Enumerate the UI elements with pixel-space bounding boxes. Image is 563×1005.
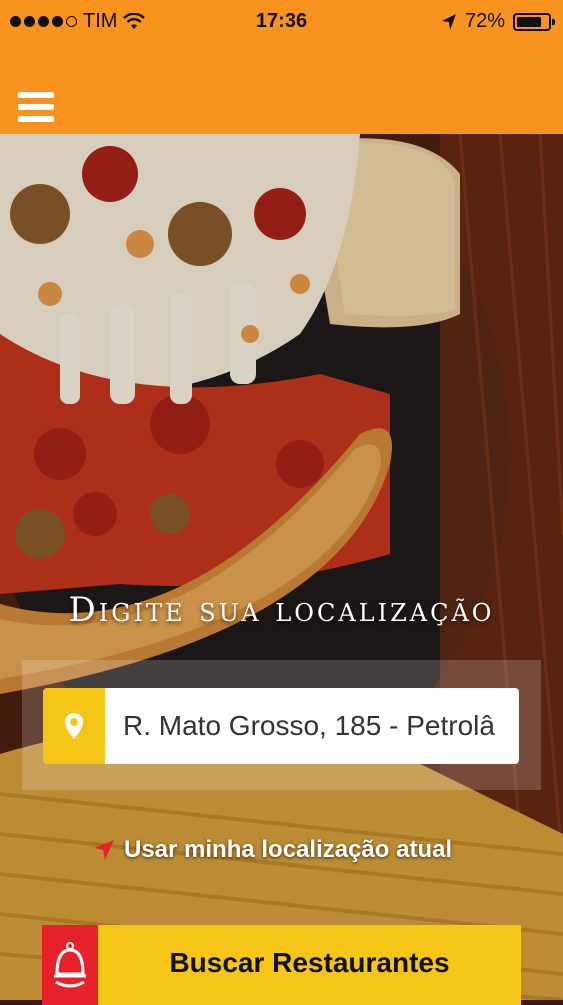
pizza-illustration — [0, 134, 563, 1000]
hero-background-image — [0, 134, 563, 1000]
use-location-label: Usar minha localização atual — [124, 836, 453, 863]
hamburger-menu-icon[interactable] — [18, 92, 56, 126]
use-current-location-link[interactable]: Usar minha localização atual — [92, 836, 452, 864]
address-search-row — [43, 688, 519, 764]
address-input[interactable] — [105, 688, 519, 764]
search-button-label: Buscar Restaurantes — [98, 925, 521, 1005]
service-bell-icon — [42, 925, 98, 1005]
map-pin-glyph — [65, 713, 83, 739]
search-restaurants-button[interactable]: Buscar Restaurantes — [42, 925, 521, 1005]
battery-icon — [513, 12, 555, 31]
status-bar: TIM 17:36 72% — [0, 0, 563, 42]
navigation-arrow-icon — [94, 840, 114, 860]
battery-percent: 72% — [464, 10, 505, 32]
status-right: 72% — [441, 10, 555, 33]
service-bell-glyph — [54, 942, 86, 988]
page-title: Digite sua localização — [68, 590, 495, 630]
app-header — [0, 42, 563, 134]
map-pin-icon[interactable] — [43, 688, 105, 764]
location-arrow-icon — [441, 13, 456, 30]
